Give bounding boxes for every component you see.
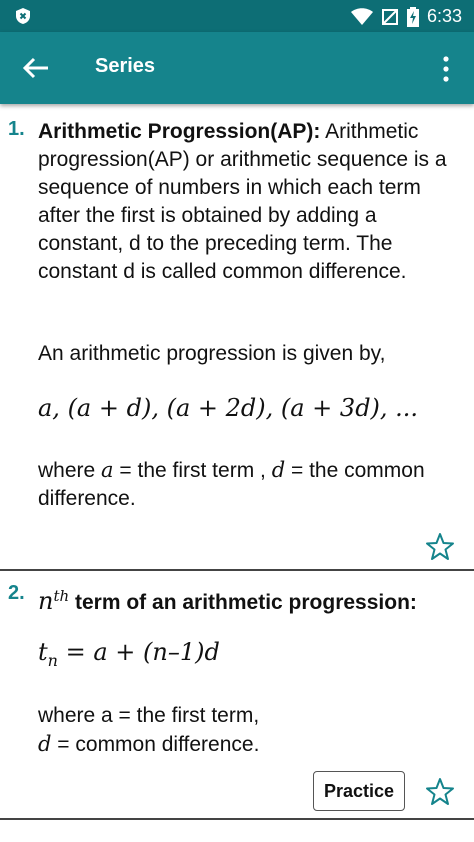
more-options-icon[interactable] (436, 52, 456, 86)
battery-charging-icon (406, 6, 419, 27)
content: 1. Arithmetic Progression(AP): Arithmeti… (0, 104, 474, 842)
formula-t: t (38, 638, 48, 666)
wifi-icon (350, 7, 373, 25)
practice-button[interactable]: Practice (313, 771, 405, 811)
nth-term-formula: tn = a + (n–1)d (38, 638, 220, 670)
status-time: 6:33 (426, 6, 462, 26)
item-heading: Arithmetic Progression(AP): (38, 120, 321, 143)
star-icon[interactable] (425, 777, 455, 807)
item-intro: An arithmetic progression is given by, (38, 342, 386, 365)
var-a: a (101, 458, 114, 482)
divider (0, 569, 474, 571)
var-d: d (271, 458, 286, 482)
item-body: Arithmetic progression(AP) or arithmetic… (38, 120, 447, 283)
item-number: 2. (8, 582, 25, 604)
item-where: where a = the first term , d = the commo… (38, 456, 463, 513)
item-1-description: Arithmetic Progression(AP): Arithmetic p… (38, 118, 463, 286)
where-mid: = the first term , (113, 459, 272, 482)
var-d: d (38, 732, 52, 756)
back-arrow-icon[interactable] (22, 54, 50, 82)
page-title: Series (95, 55, 156, 77)
status-bar: 6:33 (0, 0, 474, 32)
heading-var: n (38, 587, 54, 615)
item-heading: term of an arithmetic progression: (69, 591, 417, 614)
item-number: 1. (8, 118, 25, 140)
app-bar: Series (0, 32, 474, 104)
where-prefix: where (38, 459, 102, 482)
shield-close-icon (16, 8, 30, 24)
item-2-heading: nth term of an arithmetic progression: (38, 582, 463, 617)
formula-sub: n (47, 650, 58, 670)
where-line-1: where a = the first term, (38, 704, 260, 727)
item-2-where: where a = the first term, d = common dif… (38, 702, 463, 759)
formula-rest: = a + (n–1)d (57, 638, 220, 666)
divider (0, 818, 474, 820)
ap-formula: a, (a + d), (a + 2d), (a + 3d), ... (38, 394, 418, 422)
star-icon[interactable] (425, 532, 455, 562)
no-signal-icon (381, 8, 398, 25)
where-line-2: = common difference. (51, 733, 260, 756)
formula-text: a, (a + d), (a + 2d), (a + 3d), ... (38, 394, 419, 422)
heading-sup: th (53, 587, 70, 605)
